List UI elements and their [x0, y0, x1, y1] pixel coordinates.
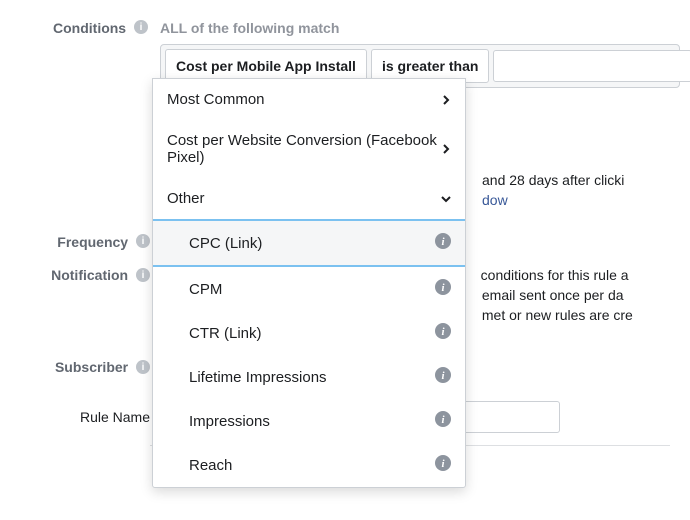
info-icon: i [136, 359, 150, 379]
info-icon: i [134, 19, 148, 39]
dropdown-item-impressions[interactable]: Impressions i [153, 399, 465, 443]
info-icon: i [136, 233, 150, 253]
value-input[interactable] [493, 50, 690, 82]
attribution-link[interactable]: dow [482, 192, 508, 208]
dropdown-item-cpm[interactable]: CPM i [153, 267, 465, 311]
info-icon: i [136, 267, 150, 287]
notification-text-3: met or new rules are cre [482, 307, 633, 323]
svg-text:i: i [142, 270, 145, 281]
info-icon: i [435, 455, 451, 475]
info-icon: i [435, 279, 451, 299]
frequency-label: Frequency [57, 234, 128, 250]
info-icon: i [435, 233, 451, 253]
subscriber-label: Subscriber [55, 359, 128, 375]
dropdown-group-other[interactable]: Other [153, 178, 465, 219]
info-icon: i [435, 323, 451, 343]
info-icon: i [435, 367, 451, 387]
metric-dropdown: Most Common Cost per Website Conversion … [152, 78, 466, 488]
attribution-text-1: and 28 days after clicki [482, 172, 624, 188]
notification-label: Notification [51, 267, 128, 283]
chevron-right-icon [441, 95, 451, 105]
dropdown-item-ctr-link[interactable]: CTR (Link) i [153, 311, 465, 355]
conditions-header: ALL of the following match [160, 18, 680, 38]
svg-text:i: i [142, 236, 145, 247]
dropdown-item-lifetime-impressions[interactable]: Lifetime Impressions i [153, 355, 465, 399]
chevron-down-icon [441, 194, 451, 204]
conditions-label: Conditions [53, 20, 126, 36]
notification-text-2: email sent once per da [482, 287, 624, 303]
dropdown-item-cpc-link[interactable]: CPC (Link) i [153, 219, 465, 267]
dropdown-item-reach[interactable]: Reach i [153, 443, 465, 487]
dropdown-group-cost-per-website-conversion[interactable]: Cost per Website Conversion (Facebook Pi… [153, 120, 465, 178]
rule-name-label: Rule Name [80, 409, 150, 425]
svg-text:i: i [142, 362, 145, 373]
chevron-right-icon [441, 144, 451, 154]
notification-text-1: conditions for this rule a [481, 267, 629, 283]
dropdown-group-most-common[interactable]: Most Common [153, 79, 465, 120]
info-icon: i [435, 411, 451, 431]
svg-text:i: i [140, 22, 143, 33]
